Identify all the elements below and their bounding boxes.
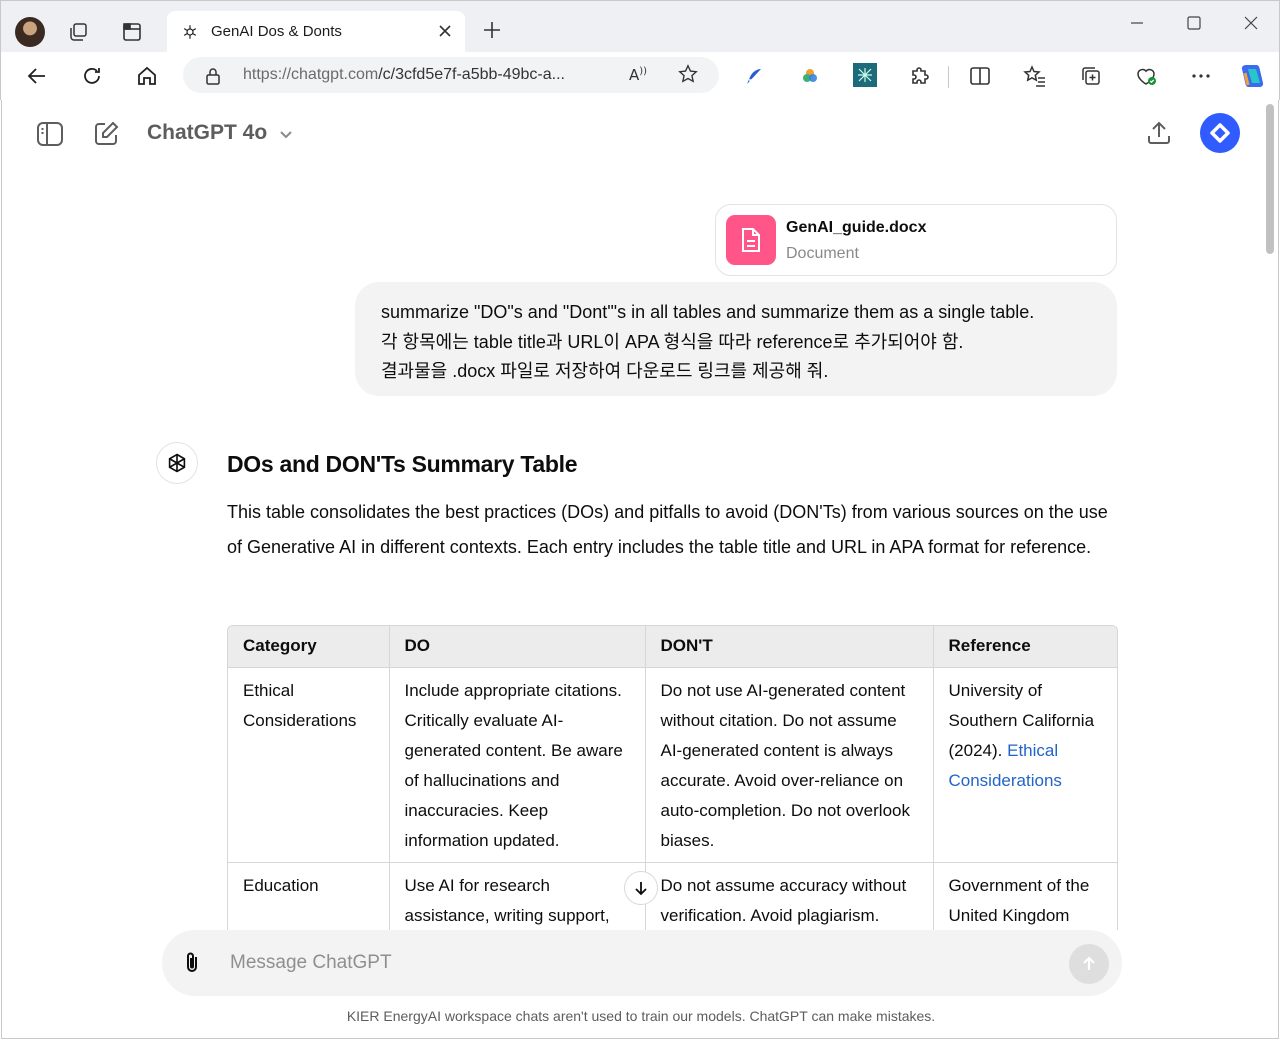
browser-tab-strip: GenAI Dos & Donts xyxy=(0,0,1280,53)
arrow-down-icon xyxy=(635,882,647,896)
summary-table: Category DO DON'T Reference Ethical Cons… xyxy=(227,625,1118,930)
sidebar-toggle-icon[interactable] xyxy=(36,121,64,147)
profile-avatar[interactable] xyxy=(15,17,45,47)
message-composer xyxy=(162,930,1122,996)
read-aloud-icon[interactable]: A)) xyxy=(629,66,647,84)
refresh-icon[interactable] xyxy=(80,64,104,88)
cell-reference: University of Southern California (2024)… xyxy=(933,667,1117,863)
cell-do: Use AI for research assistance, writing … xyxy=(389,862,646,930)
cell-dont: Do not assume accuracy without verificat… xyxy=(645,862,934,930)
table-row: Education Use AI for research assistance… xyxy=(228,862,1117,930)
user-message-line: summarize "DO"s and "Dont'"s in all tabl… xyxy=(381,302,1035,322)
close-tab-icon[interactable] xyxy=(435,21,455,46)
url-path: /c/3cfd5e7f-a5bb-49bc-a... xyxy=(378,66,565,83)
user-message-line: 각 항목에는 table title과 URL이 APA 형식을 따라 refe… xyxy=(381,331,964,352)
attachment-type: Document xyxy=(786,245,859,262)
chevron-down-icon[interactable] xyxy=(278,126,294,147)
favorite-star-icon[interactable] xyxy=(677,63,699,90)
attachment-card[interactable]: GenAI_guide.docx Document xyxy=(715,204,1117,276)
model-selector[interactable]: ChatGPT 4o xyxy=(147,121,267,145)
new-chat-icon[interactable] xyxy=(92,120,120,148)
cell-dont: Do not use AI-generated content without … xyxy=(645,667,934,863)
response-paragraph: This table consolidates the best practic… xyxy=(227,502,1108,557)
share-upload-icon[interactable] xyxy=(1145,119,1173,147)
workspaces-icon[interactable] xyxy=(67,21,89,43)
page-scrollbar[interactable] xyxy=(1266,104,1274,254)
url-host: https://chatgpt.com xyxy=(243,66,379,83)
new-tab-icon[interactable] xyxy=(481,19,503,41)
cell-reference: Government of the United Kingdom xyxy=(933,862,1117,930)
arrow-up-icon xyxy=(1083,956,1095,970)
lock-icon[interactable] xyxy=(205,67,221,90)
browser-nav-bar: https://chatgpt.com/c/3cfd5e7f-a5bb-49bc… xyxy=(0,52,1280,100)
chatgpt-logo-icon xyxy=(156,442,198,484)
extension-grid-icon[interactable] xyxy=(853,63,877,87)
send-button[interactable] xyxy=(1069,944,1109,984)
disclaimer-text: KIER EnergyAI workspace chats aren't use… xyxy=(346,1008,936,1024)
copilot-icon[interactable] xyxy=(1237,61,1267,91)
col-header-do: DO xyxy=(389,626,646,668)
toolbar-divider xyxy=(948,66,949,88)
col-header-category: Category xyxy=(228,626,390,668)
browser-essentials-icon[interactable] xyxy=(1134,64,1158,88)
cell-do: Include appropriate citations. Criticall… xyxy=(389,667,646,863)
maximize-icon[interactable] xyxy=(1184,13,1204,38)
chatgpt-page: ChatGPT 4o GenAI_guide.docx Document sum… xyxy=(1,100,1279,1039)
message-input[interactable] xyxy=(230,948,1050,978)
back-icon[interactable] xyxy=(25,64,49,88)
scroll-to-bottom-button[interactable] xyxy=(624,871,658,905)
attach-paperclip-icon[interactable] xyxy=(180,950,204,981)
attachment-filename: GenAI_guide.docx xyxy=(786,219,927,236)
user-message-line: 결과물을 .docx 파일로 저장하여 다운로드 링크를 제공해 줘. xyxy=(381,361,829,381)
tab-active[interactable]: GenAI Dos & Donts xyxy=(167,11,465,53)
tab-actions-icon[interactable] xyxy=(121,21,143,43)
table-header-row: Category DO DON'T Reference xyxy=(228,626,1117,668)
table-row: Ethical Considerations Include appropria… xyxy=(228,667,1117,863)
favorites-icon[interactable] xyxy=(1023,64,1047,88)
response-heading: DOs and DON'Ts Summary Table xyxy=(227,451,578,477)
more-menu-icon[interactable] xyxy=(1189,64,1213,88)
address-bar[interactable]: https://chatgpt.com/c/3cfd5e7f-a5bb-49bc… xyxy=(183,57,719,93)
collections-icon[interactable] xyxy=(1079,64,1103,88)
url-text[interactable]: https://chatgpt.com/c/3cfd5e7f-a5bb-49bc… xyxy=(243,66,565,84)
document-icon xyxy=(726,215,776,265)
cell-category: Education xyxy=(228,862,390,930)
col-header-reference: Reference xyxy=(933,626,1117,668)
chatgpt-favicon-icon xyxy=(181,23,199,46)
window-close-icon[interactable] xyxy=(1241,13,1261,38)
extension-swirl-icon[interactable] xyxy=(799,65,821,87)
user-message-bubble: summarize "DO"s and "Dont'"s in all tabl… xyxy=(355,282,1117,396)
home-icon[interactable] xyxy=(135,64,159,88)
col-header-dont: DON'T xyxy=(645,626,934,668)
extension-feather-icon[interactable] xyxy=(743,65,765,87)
workspace-diamond-icon[interactable] xyxy=(1200,113,1240,153)
split-screen-icon[interactable] xyxy=(968,64,992,88)
extensions-puzzle-icon[interactable] xyxy=(909,64,933,88)
cell-category: Ethical Considerations xyxy=(228,667,390,863)
tab-title: GenAI Dos & Donts xyxy=(211,23,342,40)
minimize-icon[interactable] xyxy=(1127,13,1147,38)
